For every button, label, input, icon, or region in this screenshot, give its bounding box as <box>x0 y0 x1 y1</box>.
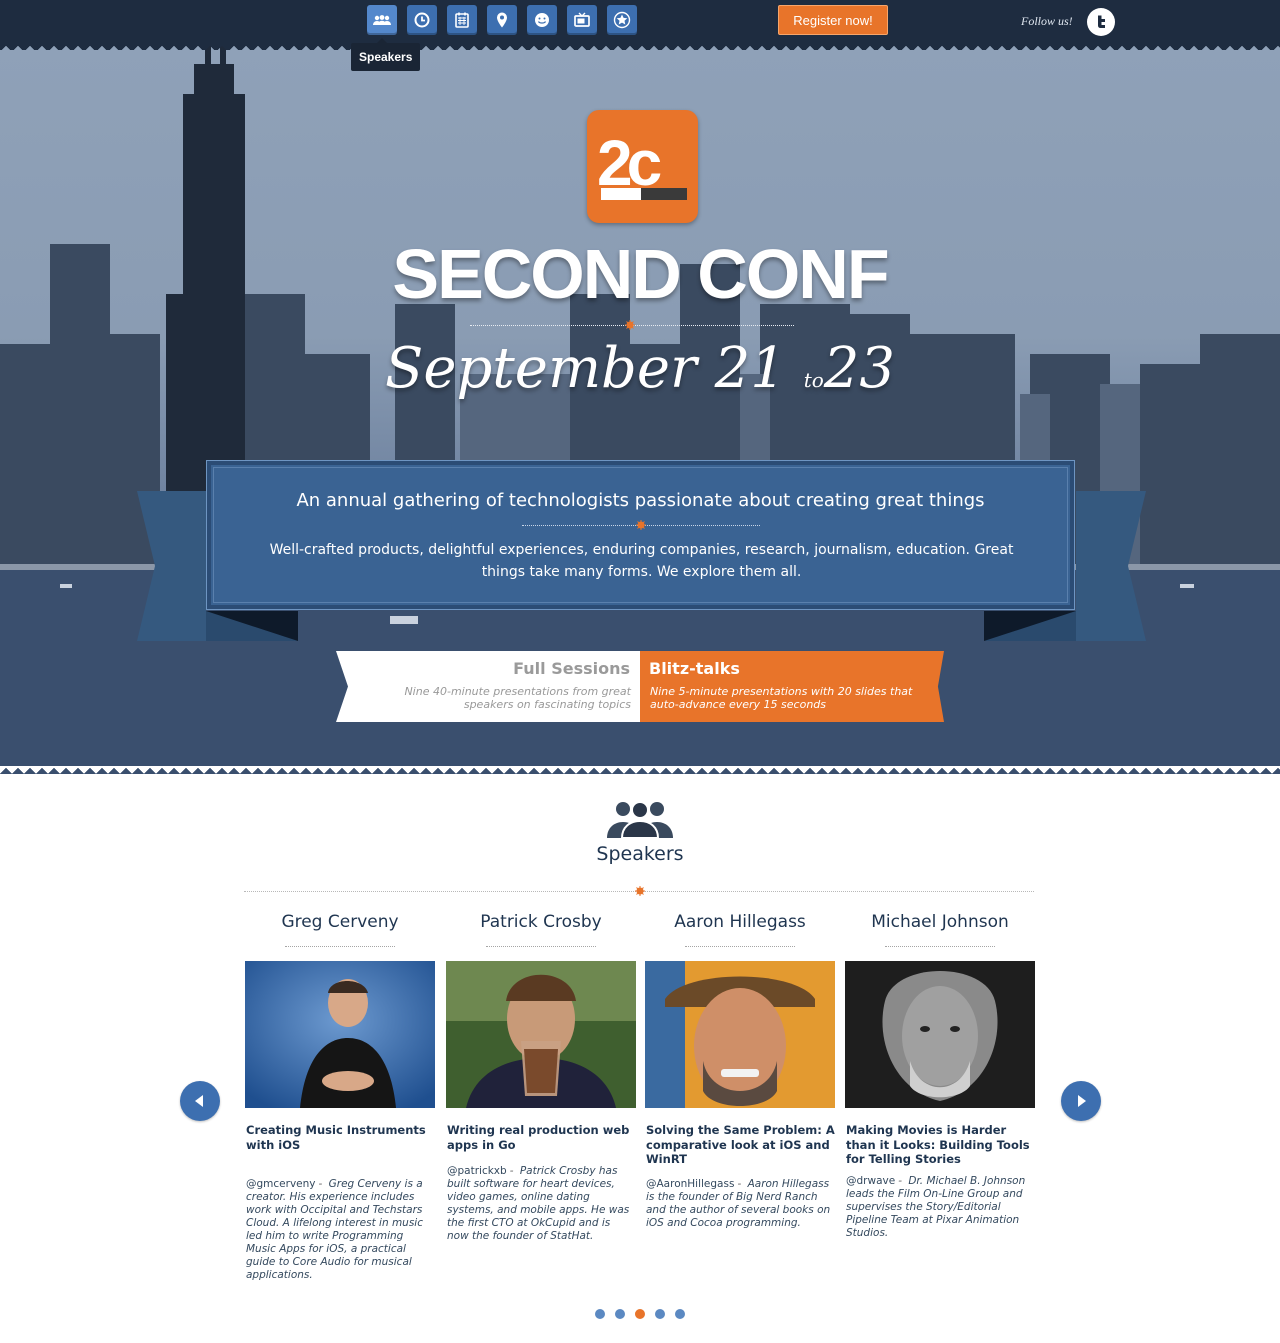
nav-tooltip: Speakers <box>351 38 421 71</box>
speaker-card: Patrick Crosby Writing real production w… <box>446 912 636 1242</box>
date-end: 23 <box>823 336 896 401</box>
carousel-dot[interactable] <box>655 1309 665 1319</box>
speaker-name[interactable]: Michael Johnson <box>845 912 1035 946</box>
nav-social-button[interactable] <box>527 5 557 35</box>
speaker-photo[interactable] <box>446 961 636 1108</box>
top-nav-bar: Register now! Follow us! <box>0 0 1280 50</box>
blitz-talks-card[interactable]: Blitz-talks Nine 5-minute presentations … <box>640 651 944 722</box>
full-sessions-text: Nine 40-minute presentations from great … <box>404 685 631 711</box>
nav-location-button[interactable] <box>487 5 517 35</box>
talk-title[interactable]: Creating Music Instruments with iOS <box>246 1123 436 1152</box>
clock-icon <box>414 12 430 28</box>
speakers-icon <box>373 15 391 25</box>
nav-schedule-button[interactable] <box>407 5 437 35</box>
blitz-talks-text: Nine 5-minute presentations with 20 slid… <box>650 685 913 711</box>
tagline: An annual gathering of technologists pas… <box>296 490 985 511</box>
page-title: SECOND CONF <box>392 235 889 313</box>
section-nav <box>367 5 637 35</box>
speaker-bio: @AaronHillegass - Aaron Hillegass is the … <box>646 1178 831 1229</box>
speaker-name[interactable]: Patrick Crosby <box>446 912 636 946</box>
full-sessions-title: Full Sessions <box>513 659 630 678</box>
date-start: September 21 <box>384 336 786 401</box>
twitter-handle[interactable]: @gmcerveny <box>246 1178 316 1190</box>
twitter-icon <box>1098 15 1105 28</box>
speaker-bio: @gmcerveny - Greg Cerveny is a creator. H… <box>246 1178 423 1281</box>
star-divider-icon <box>625 320 635 330</box>
speaker-name[interactable]: Aaron Hillegass <box>645 912 835 946</box>
speaker-card: Greg Cerveny Creating Music Instruments … <box>245 912 435 1281</box>
star-divider-icon <box>636 520 646 530</box>
carousel-next-button[interactable] <box>1061 1081 1101 1121</box>
register-button[interactable]: Register now! <box>778 5 888 35</box>
arrow-right-icon <box>1078 1095 1086 1107</box>
twitter-handle[interactable]: @patrickxb <box>447 1165 507 1177</box>
zigzag-edge <box>0 766 1280 774</box>
twitter-link[interactable] <box>1087 8 1115 36</box>
arrow-left-icon <box>195 1095 203 1107</box>
speaker-photo[interactable] <box>845 961 1035 1108</box>
nav-speakers-button[interactable] <box>367 5 397 35</box>
carousel-pagination <box>595 1309 685 1319</box>
twitter-handle[interactable]: @drwave <box>846 1175 895 1187</box>
carousel-dot[interactable] <box>615 1309 625 1319</box>
speaker-photo[interactable] <box>245 961 435 1108</box>
speaker-bio: @drwave - Dr. Michael B. Johnson leads th… <box>846 1175 1026 1239</box>
carousel-dot-active[interactable] <box>635 1309 645 1319</box>
date-to: to <box>803 368 824 392</box>
nav-calendar-button[interactable] <box>447 5 477 35</box>
carousel-dot[interactable] <box>595 1309 605 1319</box>
blitz-talks-title: Blitz-talks <box>649 659 740 678</box>
smiley-icon <box>535 13 549 27</box>
speaker-bio: @patrickxb - Patrick Crosby has built sof… <box>447 1165 630 1242</box>
speaker-name[interactable]: Greg Cerveny <box>245 912 435 946</box>
star-divider-icon <box>635 886 645 896</box>
nav-video-button[interactable] <box>567 5 597 35</box>
talk-title[interactable]: Writing real production web apps in Go <box>447 1123 637 1152</box>
map-pin-icon <box>497 12 507 28</box>
talk-title[interactable]: Making Movies is Harder than it Looks: B… <box>846 1123 1036 1167</box>
talk-title[interactable]: Solving the Same Problem: A comparative … <box>646 1123 836 1167</box>
speakers-section-icon <box>607 801 673 838</box>
speaker-card: Michael Johnson Making Movies is Harder … <box>845 912 1035 1239</box>
speaker-card: Aaron Hillegass Solving the Same Problem… <box>645 912 835 1229</box>
event-dates: September 21 to23 <box>0 336 1280 401</box>
intro-banner: An annual gathering of technologists pas… <box>206 460 1075 610</box>
speakers-heading: Speakers <box>596 843 684 865</box>
carousel-dot[interactable] <box>675 1309 685 1319</box>
nav-sponsors-button[interactable] <box>607 5 637 35</box>
conference-logo: 2c <box>587 110 698 223</box>
hero-section: 2c SECOND CONF September 21 to23 An annu… <box>0 44 1280 774</box>
full-sessions-card[interactable]: Full Sessions Nine 40-minute presentatio… <box>336 651 640 722</box>
follow-label: Follow us! <box>1021 14 1073 28</box>
carousel-prev-button[interactable] <box>180 1081 220 1121</box>
calendar-icon <box>455 12 469 28</box>
tv-icon <box>574 12 590 27</box>
intro-description: Well-crafted products, delightful experi… <box>269 542 1014 580</box>
session-types: Full Sessions Nine 40-minute presentatio… <box>336 651 944 722</box>
speaker-photo[interactable] <box>645 961 835 1108</box>
star-badge-icon <box>613 11 631 29</box>
twitter-handle[interactable]: @AaronHillegass <box>646 1178 734 1190</box>
